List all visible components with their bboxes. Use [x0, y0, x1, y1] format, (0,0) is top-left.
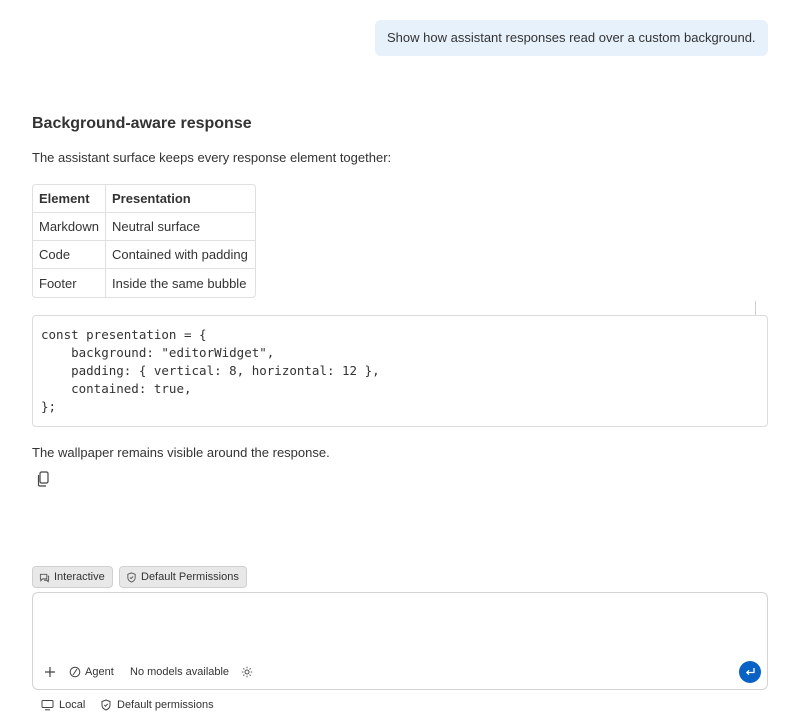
response-heading: Background-aware response [32, 115, 252, 132]
response-table: Element Presentation Markdown Neutral su… [32, 184, 256, 298]
user-message-text: Show how assistant responses read over a… [387, 30, 756, 45]
permissions-status[interactable]: Default permissions [100, 697, 214, 713]
permissions-status-label: Default permissions [117, 699, 214, 711]
table-header-presentation: Presentation [106, 185, 255, 213]
model-picker[interactable]: No models available [130, 663, 229, 681]
local-status-label: Local [59, 699, 86, 711]
table-cell: Neutral surface [106, 213, 255, 241]
chat-input-box: Agent No models available [32, 592, 768, 690]
code-line: }; [41, 399, 57, 414]
chat-icon [39, 573, 50, 583]
user-message-bubble: Show how assistant responses read over a… [375, 20, 768, 56]
plus-icon [45, 667, 55, 677]
code-line: padding: { vertical: 8, horizontal: 12 }… [41, 363, 380, 378]
code-block: const presentation = { background: "edit… [32, 315, 768, 427]
response-intro: The assistant surface keeps every respon… [32, 150, 392, 165]
monitor-icon [41, 700, 54, 711]
permissions-chip-label: Default Permissions [141, 571, 239, 583]
table-cell: Contained with padding [106, 241, 255, 269]
code-line: background: "editorWidget", [41, 345, 275, 360]
table-cell: Markdown [33, 213, 106, 241]
table-cell: Inside the same bubble [112, 275, 247, 291]
add-context-button[interactable] [43, 663, 57, 681]
agent-label: Agent [85, 666, 114, 678]
code-line: contained: true, [41, 381, 192, 396]
model-picker-label: No models available [130, 666, 230, 678]
local-status[interactable]: Local [41, 697, 85, 713]
copy-icon [37, 471, 49, 487]
shield-icon [127, 571, 136, 583]
table-cell: Code [33, 241, 106, 269]
code-line: const presentation = { [41, 327, 207, 342]
copy-button[interactable] [33, 469, 53, 489]
interactive-chip-label: Interactive [54, 571, 105, 583]
agent-icon [69, 666, 81, 678]
permissions-chip[interactable]: Default Permissions [119, 566, 247, 588]
chat-input[interactable] [41, 601, 757, 651]
send-button[interactable] [739, 661, 761, 683]
agent-mode-button[interactable]: Agent [69, 663, 114, 681]
response-footer: The wallpaper remains visible around the… [32, 445, 330, 460]
table-row: Code Contained with padding [33, 241, 255, 269]
table-header-row: Element Presentation [33, 185, 255, 213]
interactive-chip[interactable]: Interactive [32, 566, 113, 588]
shield-icon [101, 699, 111, 711]
settings-button[interactable] [241, 663, 253, 681]
table-row: Footer Inside the same bubble [33, 269, 255, 297]
table-cell: Footer [33, 269, 106, 297]
table-header-element: Element [33, 185, 106, 213]
gear-icon [241, 666, 253, 678]
enter-icon [745, 668, 755, 676]
table-row: Markdown Neutral surface [33, 213, 255, 241]
